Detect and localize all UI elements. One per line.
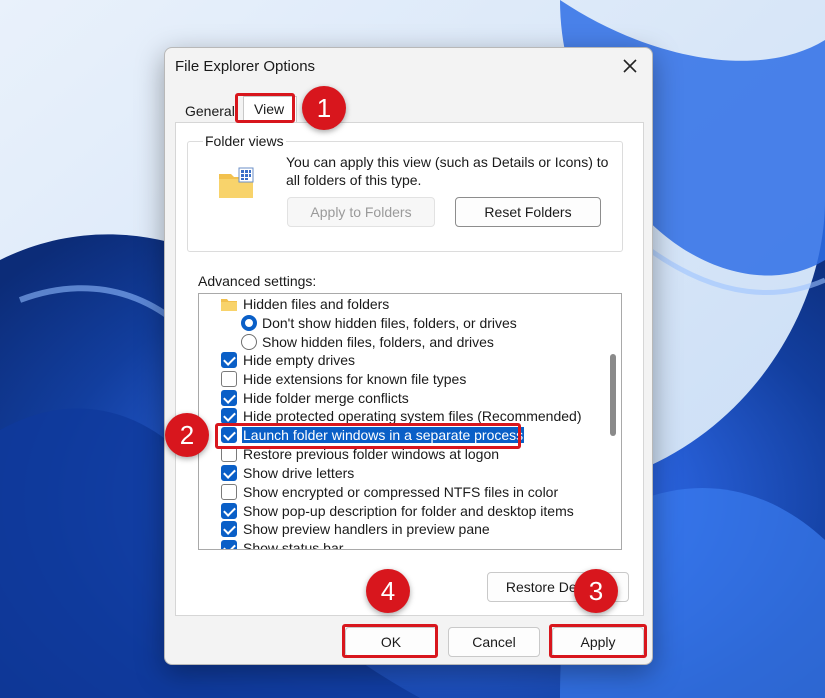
checkbox[interactable] [221,352,237,368]
reset-folders-button[interactable]: Reset Folders [455,197,601,227]
file-explorer-options-dialog: File Explorer Options General View Folde… [164,47,653,665]
checkbox[interactable] [221,465,237,481]
checkbox[interactable] [221,427,237,443]
option-label: Restore previous folder windows at logon [243,446,500,462]
checkbox[interactable] [221,390,237,406]
option-label: Show encrypted or compressed NTFS files … [243,484,559,500]
step-marker-1: 1 [302,86,346,130]
radio-button[interactable] [241,334,257,350]
option-label: Hide extensions for known file types [243,371,467,387]
checkbox[interactable] [221,371,237,387]
checkbox[interactable] [221,521,237,537]
checkbox[interactable] [221,408,237,424]
apply-button[interactable]: Apply [552,627,644,657]
option-label: Hide folder merge conflicts [243,390,409,406]
cancel-button[interactable]: Cancel [448,627,540,657]
option-label: Show drive letters [243,465,355,481]
step-marker-2: 2 [165,413,209,457]
folder-icon [221,298,237,311]
close-icon[interactable] [618,54,642,78]
tab-view[interactable]: View [243,96,297,123]
apply-to-folders-button[interactable]: Apply to Folders [287,197,435,227]
option-label: Show pop-up description for folder and d… [243,503,574,519]
scrollbar-thumb[interactable] [610,354,616,436]
ok-button[interactable]: OK [345,627,437,657]
option-label: Show preview handlers in preview pane [243,521,490,537]
checkbox[interactable] [221,446,237,462]
step-marker-3: 3 [574,569,618,613]
advanced-settings-label: Advanced settings: [198,273,317,289]
radio-label: Don't show hidden files, folders, or dri… [262,315,517,331]
dialog-title: File Explorer Options [175,58,316,75]
advanced-settings-list[interactable]: Hidden files and folders Don't show hidd… [198,293,622,550]
checkbox[interactable] [221,503,237,519]
checkbox[interactable] [221,540,237,549]
checkbox[interactable] [221,484,237,500]
option-label: Launch folder windows in a separate proc… [242,427,525,443]
option-label: Hide empty drives [243,352,356,368]
step-marker-4: 4 [366,569,410,613]
radio-button[interactable] [241,315,257,331]
folder-views-description: You can apply this view (such as Details… [286,154,609,188]
tree-node-label: Hidden files and folders [243,296,390,312]
radio-label: Show hidden files, folders, and drives [262,334,494,350]
folder-views-label: Folder views [203,133,286,149]
option-label: Hide protected operating system files (R… [243,408,582,424]
folder-views-icon [217,166,257,202]
option-label: Show status bar [243,540,344,550]
tab-general[interactable]: General [179,99,241,123]
